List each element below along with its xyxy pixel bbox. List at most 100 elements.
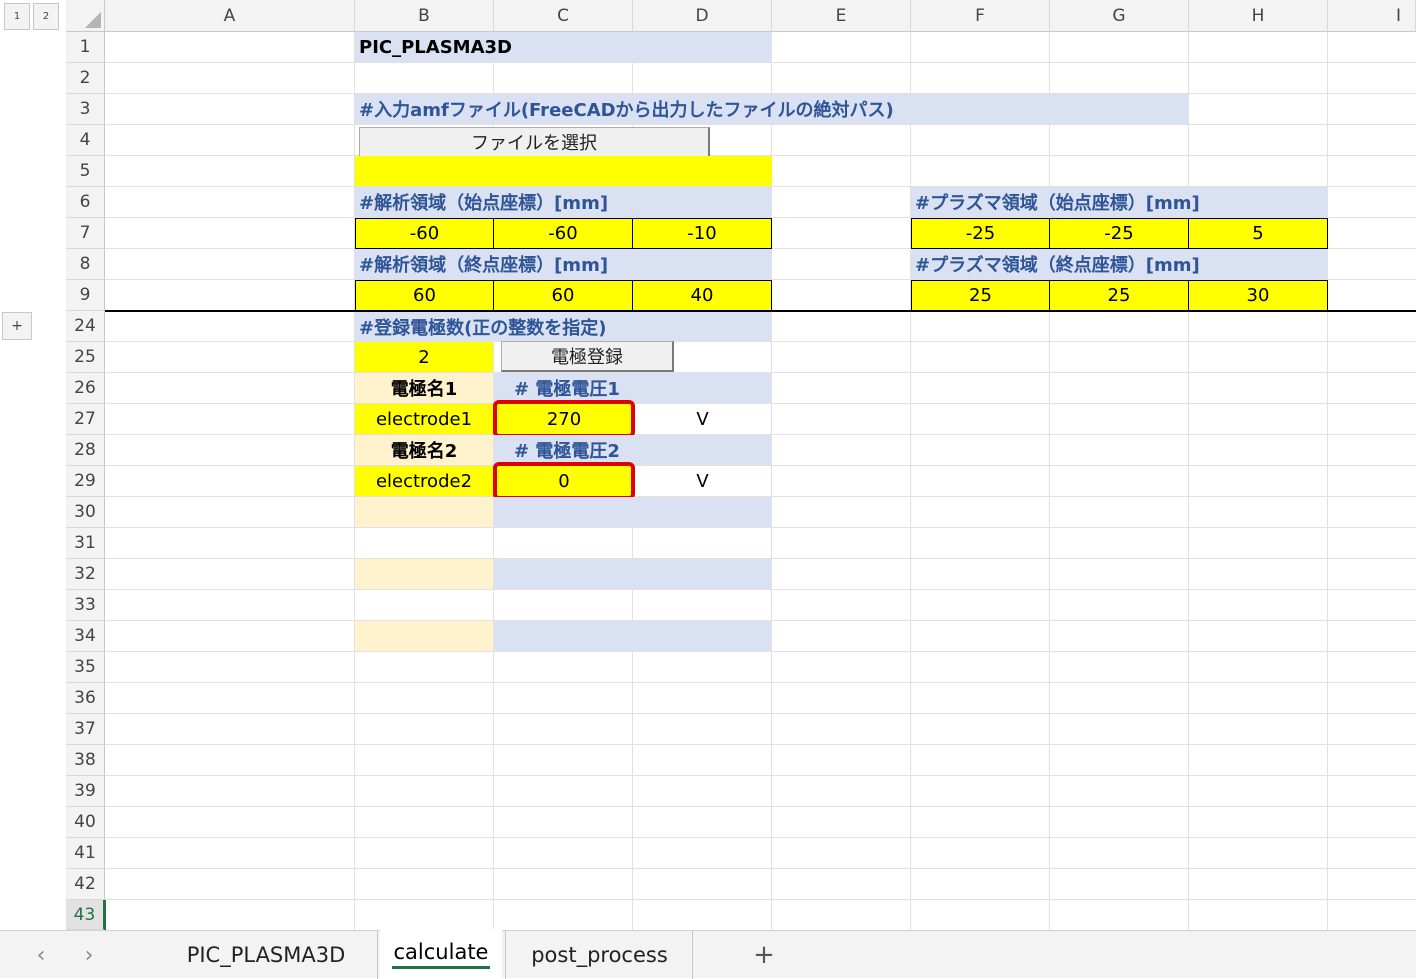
row-header-7[interactable]: 7 xyxy=(66,218,105,249)
row-header-30[interactable]: 30 xyxy=(66,497,105,528)
analysis-start-x-cell[interactable]: -60 xyxy=(355,218,494,249)
row-header-42[interactable]: 42 xyxy=(66,869,105,900)
column-header-a[interactable]: A xyxy=(105,0,355,32)
column-header-c[interactable]: C xyxy=(494,0,633,32)
row-header-28[interactable]: 28 xyxy=(66,435,105,466)
row-header-1[interactable]: 1 xyxy=(66,32,105,63)
gridline-h xyxy=(105,744,1416,745)
electrode-count-label: #登録電極数(正の整数を指定) xyxy=(355,312,772,341)
row-header-35[interactable]: 35 xyxy=(66,652,105,683)
tab-scroll-next-icon[interactable]: › xyxy=(72,931,106,979)
column-header-f[interactable]: F xyxy=(911,0,1050,32)
select-all-corner[interactable] xyxy=(66,0,105,32)
gridline-h xyxy=(105,682,1416,683)
tab-post-process[interactable]: post_process xyxy=(507,931,692,979)
empty-name-cell[interactable] xyxy=(355,559,493,589)
column-header-e[interactable]: E xyxy=(772,0,911,32)
plasma-end-x-cell[interactable]: 25 xyxy=(911,280,1050,311)
electrode-name-cell-2[interactable]: electrode2 xyxy=(355,466,493,496)
empty-name-cell[interactable] xyxy=(355,621,493,651)
column-header-h[interactable]: H xyxy=(1189,0,1328,32)
column-header-b[interactable]: B xyxy=(355,0,494,32)
analysis-end-y-cell[interactable]: 60 xyxy=(493,280,633,311)
gridline-v xyxy=(1049,32,1050,930)
electrode-name-label-2: 電極名2 xyxy=(355,435,493,465)
outline-level-2-button[interactable]: 2 xyxy=(33,3,59,30)
column-header-g[interactable]: G xyxy=(1050,0,1189,32)
row-header-31[interactable]: 31 xyxy=(66,528,105,559)
column-header-d[interactable]: D xyxy=(633,0,772,32)
row-header-27[interactable]: 27 xyxy=(66,404,105,435)
plasma-end-z-cell[interactable]: 30 xyxy=(1188,280,1328,311)
row-header-43[interactable]: 43 xyxy=(66,900,105,930)
row-header-4[interactable]: 4 xyxy=(66,125,105,156)
gridline-h xyxy=(105,341,1416,342)
analysis-end-z-cell[interactable]: 40 xyxy=(632,280,772,311)
empty-voltage-cell[interactable] xyxy=(494,559,772,589)
outline-gutter: 1 2 + xyxy=(0,0,66,930)
sheet-title-cell[interactable]: PIC_PLASMA3D xyxy=(355,32,772,62)
tab-calculate[interactable]: calculate xyxy=(380,929,502,979)
plasma-start-z-cell[interactable]: 5 xyxy=(1188,218,1328,249)
column-header-i[interactable]: I xyxy=(1328,0,1416,32)
tab-divider xyxy=(505,931,506,979)
analysis-start-label: #解析領域（始点座標）[mm] xyxy=(355,187,772,217)
gridline-h xyxy=(105,868,1416,869)
gridline-h xyxy=(105,837,1416,838)
gridline-v xyxy=(910,32,911,930)
row-header-39[interactable]: 39 xyxy=(66,776,105,807)
row-header-2[interactable]: 2 xyxy=(66,63,105,94)
row-header-33[interactable]: 33 xyxy=(66,590,105,621)
row-header-40[interactable]: 40 xyxy=(66,807,105,838)
empty-voltage-cell[interactable] xyxy=(494,497,772,527)
row-header-29[interactable]: 29 xyxy=(66,466,105,497)
analysis-end-x-cell[interactable]: 60 xyxy=(355,280,494,311)
gridline-h xyxy=(105,527,1416,528)
row-header-32[interactable]: 32 xyxy=(66,559,105,590)
row-header-34[interactable]: 34 xyxy=(66,621,105,652)
select-file-button[interactable]: ファイルを選択 xyxy=(359,127,710,158)
plasma-end-y-cell[interactable]: 25 xyxy=(1049,280,1189,311)
plasma-start-x-cell[interactable]: -25 xyxy=(911,218,1050,249)
tab-pic-plasma3d[interactable]: PIC_PLASMA3D xyxy=(160,931,372,979)
plasma-start-y-cell[interactable]: -25 xyxy=(1049,218,1189,249)
tab-calculate-label: calculate xyxy=(391,940,491,969)
row-header-3[interactable]: 3 xyxy=(66,94,105,125)
electrode-voltage-cell-2[interactable]: 0 xyxy=(493,462,635,500)
row-header-8[interactable]: 8 xyxy=(66,249,105,280)
outline-expand-button[interactable]: + xyxy=(2,312,32,340)
file-path-cell[interactable] xyxy=(355,156,772,186)
row-header-36[interactable]: 36 xyxy=(66,683,105,714)
voltage-unit-2: V xyxy=(696,470,709,492)
gridline-v xyxy=(1188,32,1189,930)
electrode-count-cell[interactable]: 2 xyxy=(355,342,493,372)
gridline-h xyxy=(105,651,1416,652)
row-header-26[interactable]: 26 xyxy=(66,373,105,404)
row-header-25[interactable]: 25 xyxy=(66,342,105,373)
tab-divider xyxy=(377,931,378,979)
row-header-24[interactable]: 24 xyxy=(66,311,105,342)
analysis-end-label: #解析領域（終点座標）[mm] xyxy=(355,249,772,279)
electrode-name-cell-1[interactable]: electrode1 xyxy=(355,404,493,434)
row-header-6[interactable]: 6 xyxy=(66,187,105,218)
empty-voltage-cell[interactable] xyxy=(494,621,772,651)
row-header-37[interactable]: 37 xyxy=(66,714,105,745)
voltage-unit-1: V xyxy=(696,408,709,430)
gridline-h xyxy=(105,899,1416,900)
electrode-voltage-cell-1[interactable]: 270 xyxy=(493,400,635,438)
gridline-h xyxy=(105,713,1416,714)
analysis-start-y-cell[interactable]: -60 xyxy=(493,218,633,249)
gridline-h xyxy=(105,806,1416,807)
row-header-5[interactable]: 5 xyxy=(66,156,105,187)
tab-scroll-prev-icon[interactable]: ‹ xyxy=(24,931,58,979)
register-electrode-button[interactable]: 電極登録 xyxy=(501,341,674,372)
row-header-41[interactable]: 41 xyxy=(66,838,105,869)
electrode-voltage-label-2: # 電極電圧2 xyxy=(494,435,772,465)
row-header-9[interactable]: 9 xyxy=(66,280,105,311)
empty-name-cell[interactable] xyxy=(355,497,493,527)
analysis-start-z-cell[interactable]: -10 xyxy=(632,218,772,249)
row-header-38[interactable]: 38 xyxy=(66,745,105,776)
add-sheet-icon[interactable]: + xyxy=(744,931,784,979)
outline-level-1-button[interactable]: 1 xyxy=(4,3,30,30)
sheet-tab-bar: ‹ › PIC_PLASMA3D calculate post_process … xyxy=(0,929,1416,979)
